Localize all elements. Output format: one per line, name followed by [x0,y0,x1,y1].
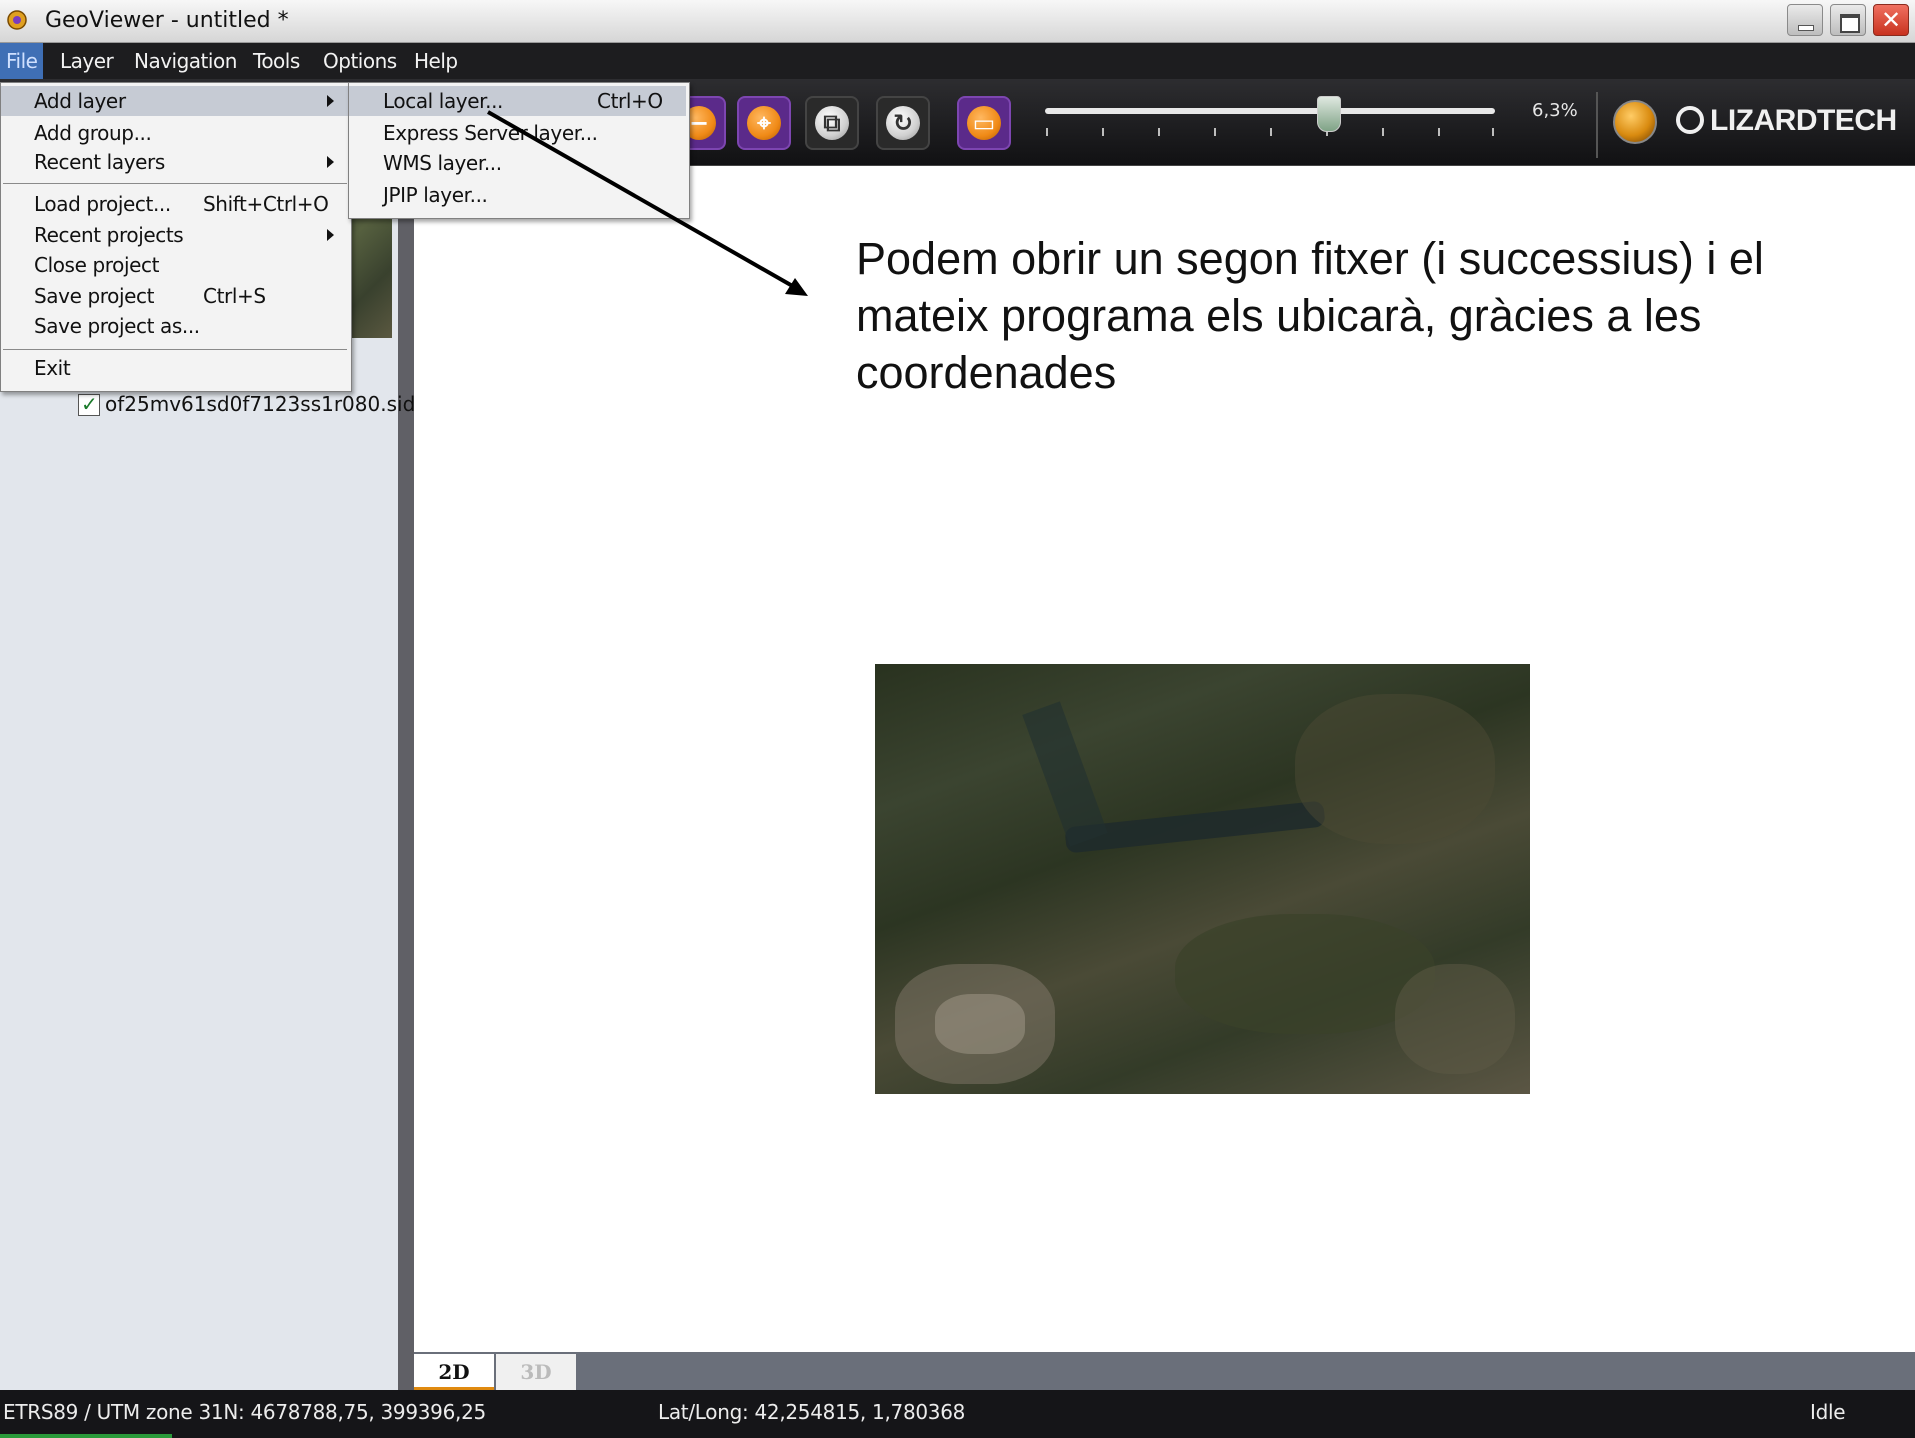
menu-navigation[interactable]: Navigation [128,43,243,79]
menu-item-shortcut: Shift+Ctrl+O [203,192,329,216]
menu-item-label: Load project... [34,192,171,216]
menu-item-label: Express Server layer... [383,121,598,145]
menu-item-jpip-layer[interactable]: JPIP layer... [349,180,686,210]
menu-item-label: Save project [34,284,155,308]
tab-3d[interactable]: 3D [496,1354,576,1390]
close-button[interactable]: ✕ [1873,4,1909,36]
zoom-slider-ticks [1046,128,1494,136]
window-title: GeoViewer - untitled * [45,8,289,33]
close-icon: ✕ [1880,6,1902,34]
tab-2d[interactable]: 2D [414,1354,494,1390]
file-menu: Add layer Add group... Recent layers Loa… [0,82,352,392]
status-progress-bar [0,1434,172,1438]
menu-item-add-layer[interactable]: Add layer [1,86,348,116]
menu-item-label: Recent layers [34,150,165,174]
menu-item-save-project-as[interactable]: Save project as... [1,311,348,341]
menu-item-add-group[interactable]: Add group... [1,118,348,148]
menu-item-shortcut: Ctrl+O [597,89,663,113]
app-icon [7,10,27,30]
menu-layer[interactable]: Layer [54,43,119,79]
zoom-slider-thumb[interactable] [1316,96,1341,132]
zoom-level-label: 6,3% [1532,100,1578,121]
menu-separator [3,349,347,350]
status-projection: ETRS89 / UTM zone 31N: 4678788,75, 39939… [3,1400,486,1424]
maximize-button[interactable] [1830,4,1866,36]
submenu-arrow-icon [327,156,334,168]
menu-item-close-project[interactable]: Close project [1,250,348,280]
fit-icon: ⧉ [823,109,841,137]
crosshair-icon: ⌖ [757,109,771,137]
add-layer-submenu: Local layer... Ctrl+O Express Server lay… [348,82,690,219]
measure-button[interactable]: ▭ [957,96,1011,150]
menu-item-label: Save project as... [34,314,200,338]
menu-item-shortcut: Ctrl+S [203,284,266,308]
menu-item-express-server-layer[interactable]: Express Server layer... [349,118,686,148]
menu-item-save-project[interactable]: Save project Ctrl+S [1,281,348,311]
menu-item-wms-layer[interactable]: WMS layer... [349,148,686,178]
menu-item-label: Close project [34,253,160,277]
menu-item-label: Local layer... [383,89,504,113]
ruler-icon: ▭ [972,109,996,137]
menu-item-exit[interactable]: Exit [1,353,348,383]
brand-logo-text: LIZARDTECH [1710,104,1897,137]
submenu-arrow-icon [327,229,334,241]
globe-icon [1613,100,1657,144]
menu-item-label: Add group... [34,121,152,145]
menu-tools[interactable]: Tools [247,43,306,79]
menu-item-label: WMS layer... [383,151,502,175]
toolbar-divider [1596,92,1598,158]
menu-item-label: Exit [34,356,71,380]
menu-item-label: Add layer [34,89,126,113]
annotation-text: Podem obrir un segon fitxer (i successiu… [856,233,1764,398]
layer-name: of25mv61sd0f7123ss1r080.sid [105,392,416,416]
menu-item-local-layer[interactable]: Local layer... Ctrl+O [349,86,686,116]
zoom-slider-track[interactable] [1045,108,1495,114]
fit-view-button[interactable]: ⧉ [805,96,859,150]
menu-help[interactable]: Help [408,43,464,79]
menu-item-load-project[interactable]: Load project... Shift+Ctrl+O [1,189,348,219]
layer-visibility-checkbox[interactable] [78,392,100,416]
refresh-icon: ↻ [892,109,914,137]
minimize-button[interactable] [1787,4,1823,36]
submenu-arrow-icon [327,95,334,107]
menu-options[interactable]: Options [317,43,403,79]
menu-item-recent-layers[interactable]: Recent layers [1,147,348,177]
menu-file[interactable]: File [0,43,44,79]
menu-item-recent-projects[interactable]: Recent projects [1,220,348,250]
pan-button[interactable]: ⌖ [737,96,791,150]
status-latlong: Lat/Long: 42,254815, 1,780368 [658,1400,966,1424]
menu-item-label: Recent projects [34,223,184,247]
status-state: Idle [1810,1400,1846,1424]
menu-item-label: JPIP layer... [383,183,488,207]
brand-logo: LIZARDTECH [1676,104,1897,138]
refresh-button[interactable]: ↻ [876,96,930,150]
panel-splitter[interactable] [398,166,414,1390]
view-tab-strip [414,1352,1915,1390]
satellite-image [875,664,1530,1094]
menu-separator [3,183,347,184]
